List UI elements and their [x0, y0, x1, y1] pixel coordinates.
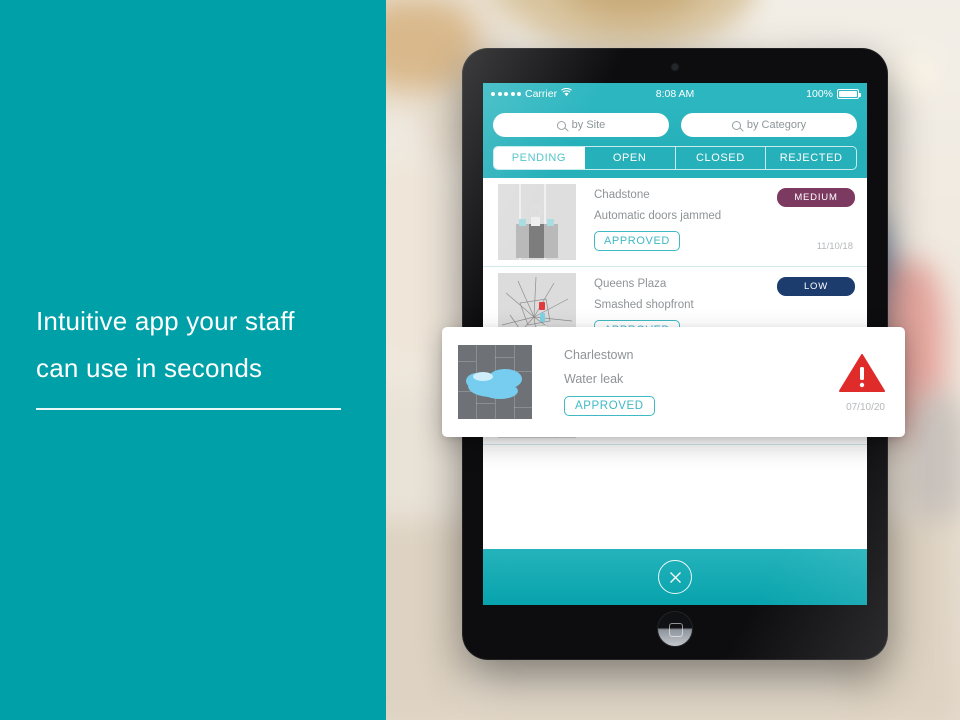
headline-line-2: can use in seconds [36, 353, 263, 383]
headline-line-1: Intuitive app your staff [36, 306, 295, 336]
status-badge: APPROVED [594, 231, 680, 251]
front-camera-icon [672, 64, 678, 70]
card-date: 07/10/20 [846, 402, 885, 413]
warning-triangle-icon [839, 353, 885, 393]
table-row[interactable]: Chadstone Automatic doors jammed APPROVE… [483, 178, 867, 267]
card-issue: Water leak [564, 372, 624, 386]
status-bar: Carrier 8:08 AM 100% [483, 83, 867, 105]
search-icon [556, 120, 566, 130]
headline-divider [36, 408, 341, 410]
battery-full-icon [837, 89, 861, 99]
home-button-icon[interactable] [658, 612, 692, 646]
status-filter-tabs: PENDING OPEN CLOSED REJECTED [483, 146, 867, 178]
water-leak-thumbnail [458, 345, 532, 419]
priority-badge: LOW [777, 277, 855, 296]
search-icon [731, 120, 741, 130]
search-site-placeholder: by Site [571, 119, 606, 131]
tabs-group: PENDING OPEN CLOSED REJECTED [493, 146, 857, 170]
bottom-toolbar [483, 549, 867, 605]
row-date: 11/10/18 [816, 241, 853, 252]
highlighted-job-card[interactable]: Charlestown Water leak APPROVED 07/10/20 [442, 327, 905, 437]
tab-open[interactable]: OPEN [585, 147, 676, 169]
row-content: Chadstone Automatic doors jammed APPROVE… [576, 184, 855, 260]
row-content: Charlestown Water leak APPROVED 07/10/20 [532, 345, 885, 419]
page-title: Intuitive app your staff can use in seco… [36, 298, 356, 392]
status-badge: APPROVED [564, 396, 655, 416]
tab-closed[interactable]: CLOSED [676, 147, 767, 169]
search-bar: by Site by Category [483, 105, 867, 146]
card-site: Charlestown [564, 348, 634, 362]
search-input-category[interactable]: by Category [681, 113, 857, 137]
tab-rejected[interactable]: REJECTED [766, 147, 856, 169]
status-bar-time: 8:08 AM [655, 88, 695, 100]
automatic-doors-thumbnail [498, 184, 576, 260]
marketing-panel: Intuitive app your staff can use in seco… [0, 0, 386, 720]
search-category-placeholder: by Category [746, 119, 807, 131]
tab-pending[interactable]: PENDING [494, 147, 585, 169]
search-input-site[interactable]: by Site [493, 113, 669, 137]
priority-badge: MEDIUM [777, 188, 855, 207]
close-circle-icon[interactable] [658, 560, 692, 594]
